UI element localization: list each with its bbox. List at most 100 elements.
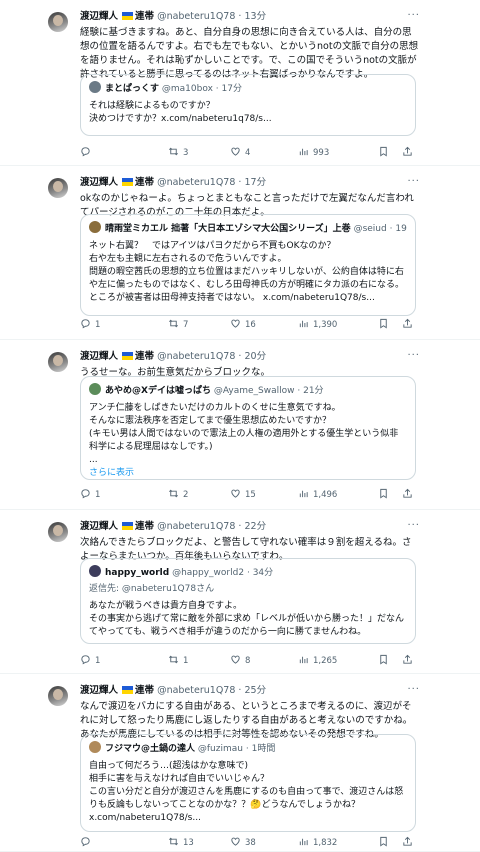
reply-button[interactable]: [80, 836, 95, 850]
like-button[interactable]: 4: [230, 146, 250, 160]
reply-button[interactable]: 1: [80, 654, 100, 668]
retweet-button[interactable]: 1: [168, 654, 188, 668]
quote-author-name: フジマウ@土鍋の達人: [105, 744, 196, 754]
retweet-count: 3: [183, 148, 189, 158]
tweet-time[interactable]: 13分: [244, 11, 266, 22]
bookmark-button[interactable]: [378, 146, 393, 160]
avatar[interactable]: [48, 522, 68, 542]
share-button[interactable]: [402, 146, 417, 160]
author-handle[interactable]: @nabeteru1Q78: [157, 685, 235, 696]
views-button[interactable]: 993: [298, 146, 329, 160]
separator-dot: ·: [215, 84, 219, 94]
quote-avatar: [89, 741, 101, 753]
analytics-icon: [298, 488, 309, 499]
quote-avatar: [89, 221, 101, 233]
author-name[interactable]: 渡辺輝人: [80, 685, 118, 696]
tweet-actions: 13 38 1,832: [80, 836, 420, 850]
bookmark-button[interactable]: [378, 488, 393, 502]
separator-dot: ·: [238, 351, 242, 362]
quote-text: それは経験によるものですか？ 決めつけですか？x.com/nabeteru1q7…: [89, 101, 272, 124]
separator-dot: ·: [297, 386, 301, 396]
share-icon: [402, 318, 413, 329]
retweet-button[interactable]: 13: [168, 836, 194, 850]
heart-icon: [230, 654, 241, 665]
quote-handle: @seiud: [353, 224, 387, 234]
quote-text: 自由って何だろう…(超浅はかな意味で) 相手に害を与えなければ自由でいいじゃん？…: [89, 761, 404, 823]
tweet-time[interactable]: 17分: [244, 177, 266, 188]
tweet-time[interactable]: 20分: [244, 351, 266, 362]
quote-text: アンチ仁藤をしばきたいだけのカルトのくせに生意気ですね。 そんなに憲法秩序を否定…: [89, 403, 399, 465]
ukraine-flag-icon: [122, 522, 134, 530]
quote-handle: @Ayame_Swallow: [213, 386, 295, 396]
reply-icon: [80, 836, 91, 847]
author-handle[interactable]: @nabeteru1Q78: [157, 11, 235, 22]
bookmark-button[interactable]: [378, 836, 393, 850]
bookmark-button[interactable]: [378, 318, 393, 332]
tweet-item[interactable]: ··· 渡辺輝人 連帯 @nabeteru1Q78 · 20分 うるせーな。お前生…: [0, 340, 480, 510]
retweet-button[interactable]: 2: [168, 488, 188, 502]
view-count: 1,832: [313, 838, 338, 848]
like-button[interactable]: 8: [230, 654, 250, 668]
like-button[interactable]: 15: [230, 488, 256, 502]
quote-author-name: まとぱっくす: [105, 84, 160, 94]
views-button[interactable]: 1,265: [298, 654, 337, 668]
quoted-tweet[interactable]: まとぱっくす @ma10box · 17分 それは経験によるものですか？ 決めつ…: [80, 74, 416, 136]
author-tag: 連帯: [135, 521, 155, 532]
retweet-count: 13: [183, 838, 194, 848]
author-handle[interactable]: @nabeteru1Q78: [157, 521, 235, 532]
views-button[interactable]: 1,390: [298, 318, 337, 332]
tweet-time[interactable]: 22分: [244, 521, 266, 532]
reply-count: 1: [95, 490, 101, 500]
reply-button[interactable]: [80, 146, 95, 160]
reply-icon: [80, 318, 91, 329]
share-icon: [402, 488, 413, 499]
author-name[interactable]: 渡辺輝人: [80, 521, 118, 532]
tweet-item[interactable]: ··· 渡辺輝人 連帯 @nabeteru1Q78 · 17分 okなのかじゃねー…: [0, 166, 480, 340]
tweet-item[interactable]: ··· 渡辺輝人 連帯 @nabeteru1Q78 · 25分 なんで渡辺をバカに…: [0, 674, 480, 852]
share-button[interactable]: [402, 654, 417, 668]
view-count: 1,265: [313, 656, 338, 666]
views-button[interactable]: 1,496: [298, 488, 337, 502]
show-more-link[interactable]: さらに表示: [89, 467, 407, 480]
tweet-time[interactable]: 25分: [244, 685, 266, 696]
share-button[interactable]: [402, 318, 417, 332]
tweet-item[interactable]: ··· 渡辺輝人 連帯 @nabeteru1Q78 · 13分 経験に基づきますね…: [0, 0, 480, 166]
retweet-button[interactable]: 3: [168, 146, 188, 160]
avatar[interactable]: [48, 178, 68, 198]
avatar[interactable]: [48, 12, 68, 32]
bookmark-button[interactable]: [378, 654, 393, 668]
like-button[interactable]: 16: [230, 318, 256, 332]
share-button[interactable]: [402, 488, 417, 502]
share-button[interactable]: [402, 836, 417, 850]
analytics-icon: [298, 836, 309, 847]
quote-text: あなたが戦うべきは貴方自身ですよ。 その事実から逃げて常に敵を外部に求め「レベル…: [89, 601, 405, 637]
tweet-item[interactable]: ··· 渡辺輝人 連帯 @nabeteru1Q78 · 22分 次絡んできたらブロ…: [0, 510, 480, 674]
author-handle[interactable]: @nabeteru1Q78: [157, 177, 235, 188]
retweet-button[interactable]: 7: [168, 318, 188, 332]
bookmark-icon: [378, 836, 389, 847]
retweet-icon: [168, 146, 179, 157]
avatar[interactable]: [48, 686, 68, 706]
retweet-count: 7: [183, 320, 189, 330]
quoted-tweet[interactable]: フジマウ@土鍋の達人 @fuzimau · 1時間 自由って何だろう…(超浅はか…: [80, 734, 416, 832]
quote-time: 21分: [303, 386, 324, 396]
avatar[interactable]: [48, 352, 68, 372]
quoted-tweet[interactable]: 晴雨堂ミカエル 拙著「大日本エゾシマ大公国シリーズ」上巻 @seiud · 19…: [80, 214, 416, 316]
quoted-tweet[interactable]: あやめ@Xデイは嘘っぱち @Ayame_Swallow · 21分 アンチ仁藤を…: [80, 376, 416, 480]
reply-button[interactable]: 1: [80, 488, 100, 502]
quoted-tweet[interactable]: happy_world @happy_world2 · 34分 返信先: @na…: [80, 558, 416, 644]
quote-author-name: happy_world: [105, 568, 170, 578]
author-name[interactable]: 渡辺輝人: [80, 177, 118, 188]
like-button[interactable]: 38: [230, 836, 256, 850]
reply-button[interactable]: 1: [80, 318, 100, 332]
quote-avatar: [89, 81, 101, 93]
quote-author-name: 晴雨堂ミカエル 拙著「大日本エゾシマ大公国シリーズ」上巻: [105, 224, 351, 234]
author-name[interactable]: 渡辺輝人: [80, 351, 118, 362]
reply-icon: [80, 654, 91, 665]
author-handle[interactable]: @nabeteru1Q78: [157, 351, 235, 362]
separator-dot: ·: [238, 177, 242, 188]
views-button[interactable]: 1,832: [298, 836, 337, 850]
retweet-icon: [168, 318, 179, 329]
author-name[interactable]: 渡辺輝人: [80, 11, 118, 22]
view-count: 1,496: [313, 490, 338, 500]
